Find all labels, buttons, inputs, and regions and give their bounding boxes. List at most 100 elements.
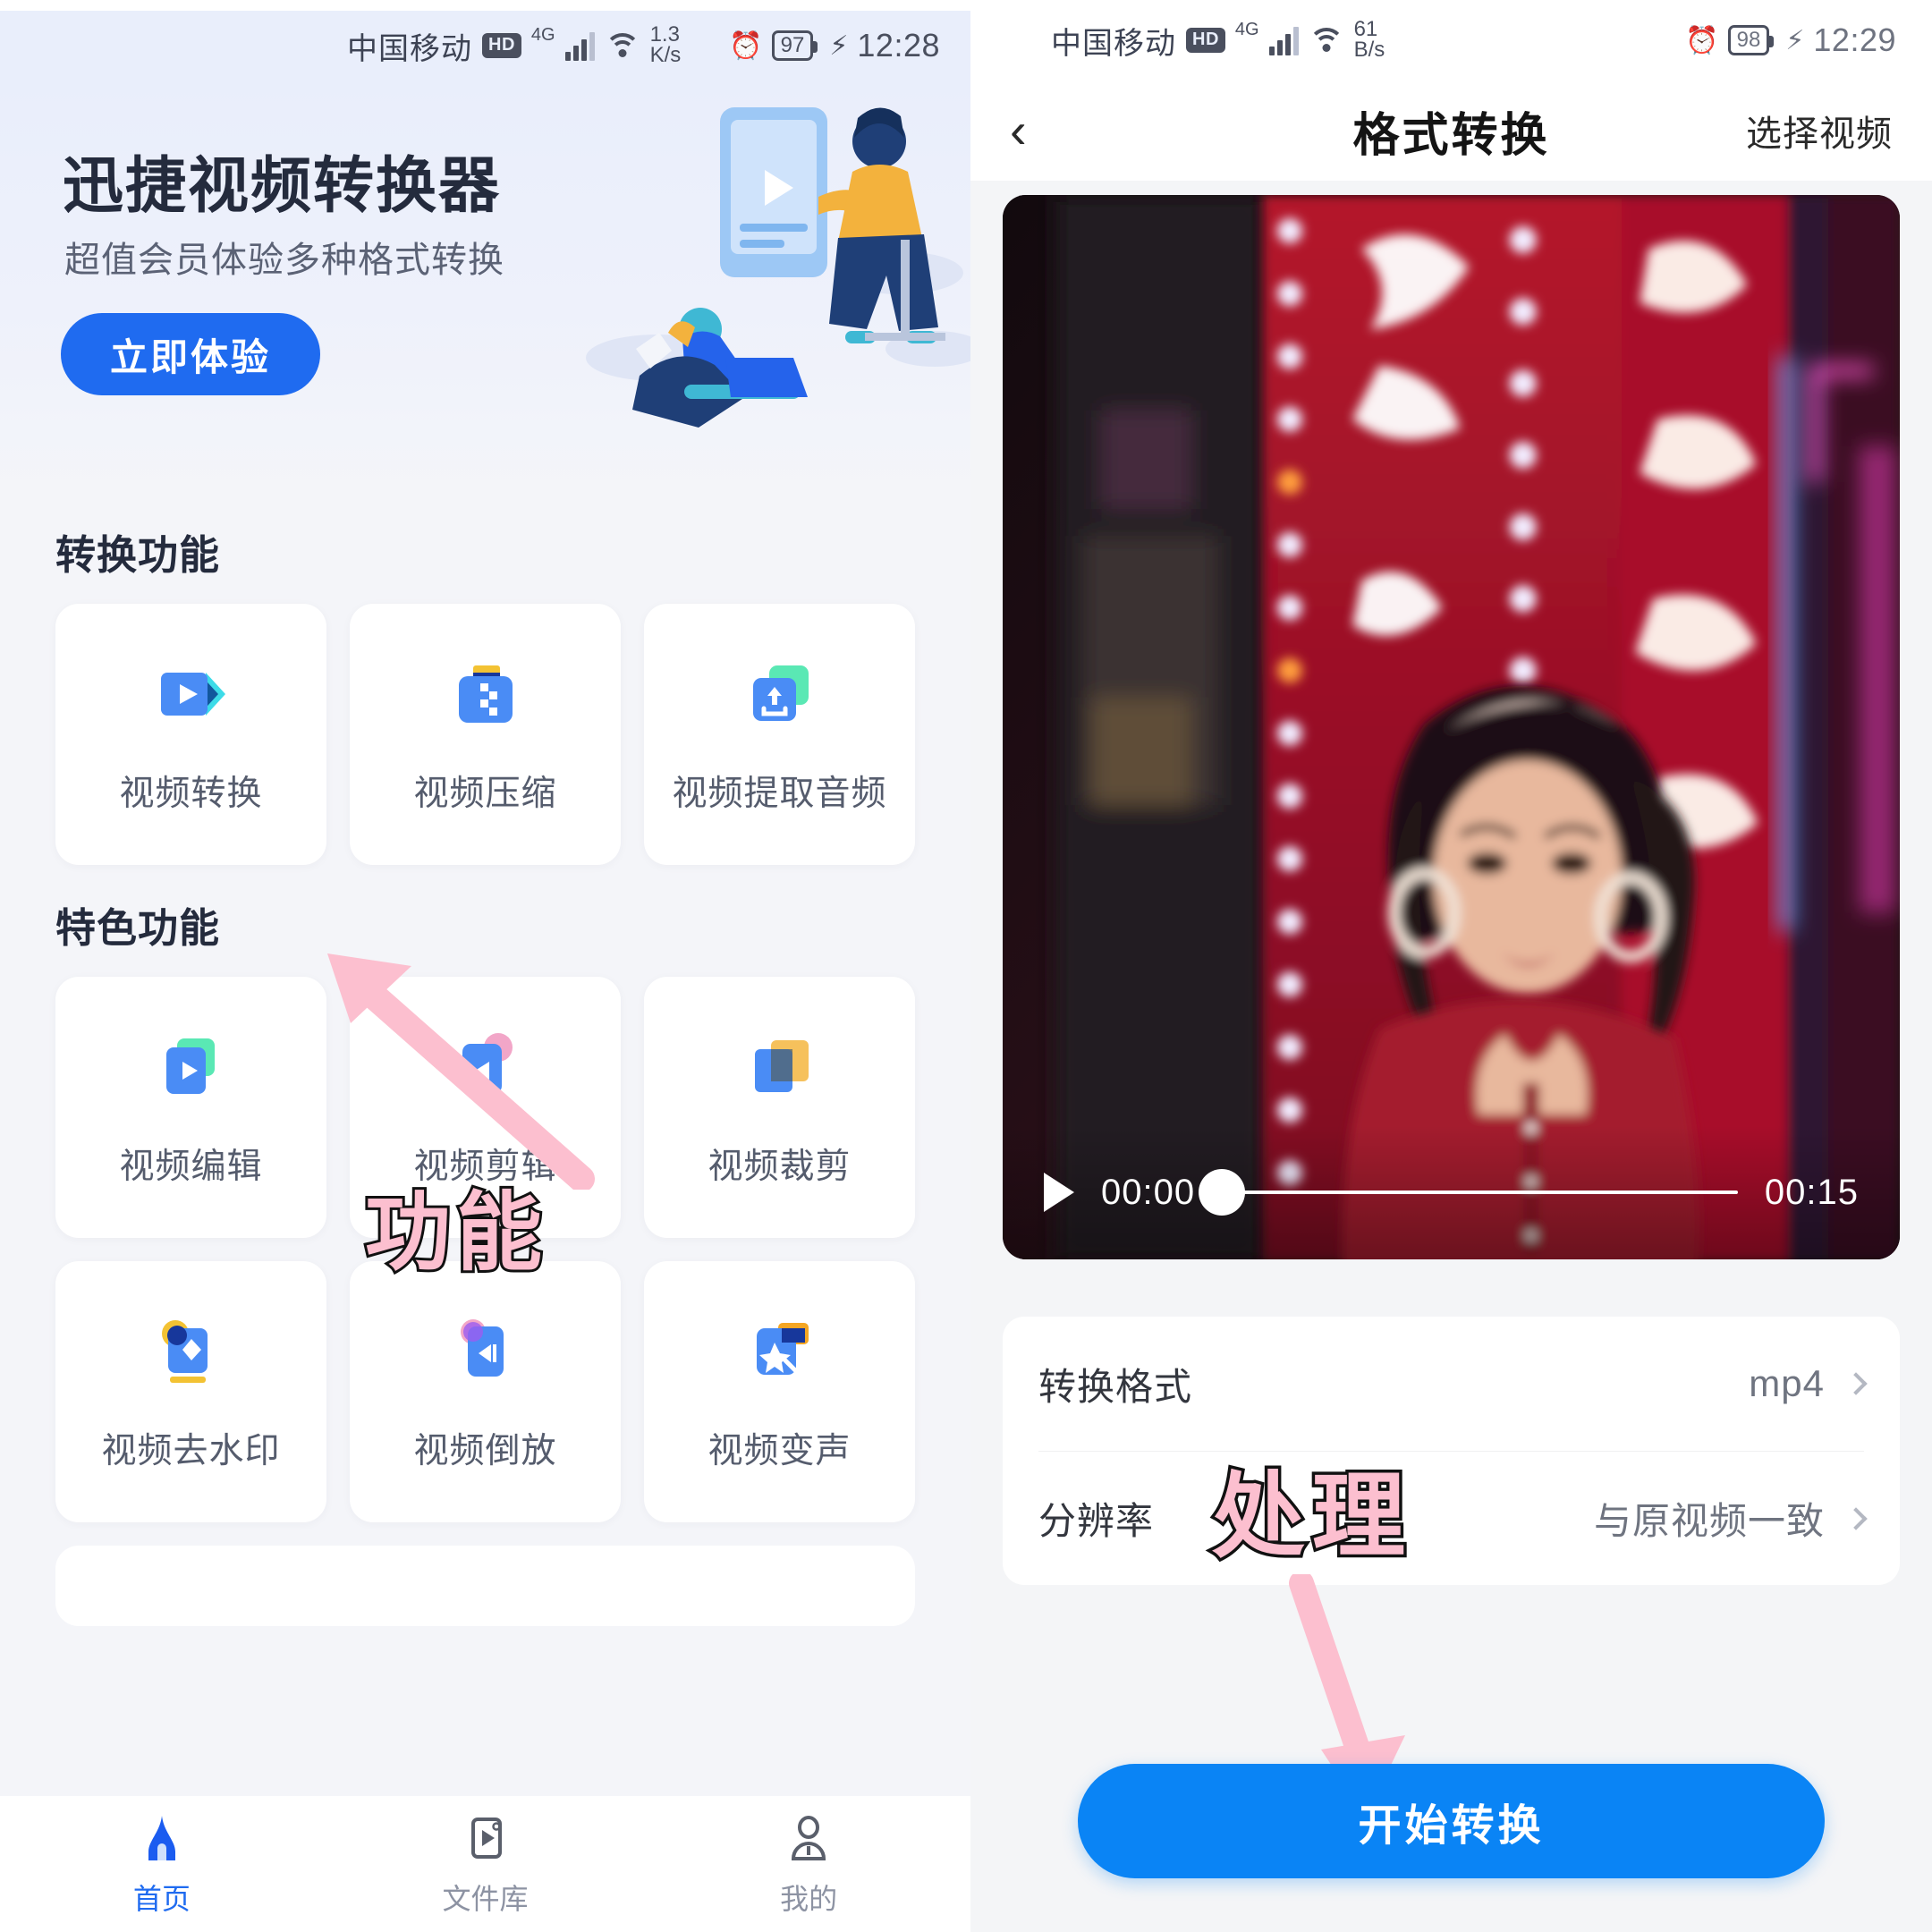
video-extract-audio-icon: [752, 665, 809, 721]
banner-title: 迅捷视频转换器: [63, 152, 502, 220]
right-status-left-group: 中国移动 HD 4G 61 B/s: [1051, 19, 1385, 63]
setting-label: 转换格式: [1038, 1365, 1193, 1408]
network-speed-unit: B/s: [1353, 38, 1385, 62]
left-status-right-group: ⏰ 97 ⚡ 12:28: [729, 27, 940, 64]
video-edit-icon: [165, 1038, 215, 1094]
network-speed-label: 61 B/s: [1353, 19, 1385, 62]
charging-bolt-icon: ⚡: [1785, 25, 1805, 55]
left-phone-screen: 中国移动 HD 4G 1.3 K/s ⏰ 97 ⚡ 12:28 迅捷视频转换器 …: [0, 0, 970, 1932]
tab-file-library[interactable]: 文件库: [324, 1812, 648, 1918]
feature-card-video-voice-change[interactable]: 视频变声: [644, 1261, 915, 1522]
setting-value: 与原视频一致: [1593, 1500, 1825, 1542]
signal-bars-icon: [564, 30, 595, 61]
banner-subtitle: 超值会员体验多种格式转换: [64, 241, 504, 280]
battery-icon: 97: [771, 30, 818, 61]
special-function-row-1: 视频编辑 视频剪辑 视频裁剪: [0, 977, 970, 1238]
right-status-right-group: ⏰ 98 ⚡ 12:29: [1685, 21, 1896, 59]
feature-card-label: 视频裁剪: [708, 1148, 852, 1186]
setting-row-format[interactable]: 转换格式 mp4: [1038, 1317, 1868, 1451]
tab-label: 我的: [780, 1883, 838, 1915]
feature-card-video-watermark-remove[interactable]: 视频去水印: [55, 1261, 326, 1522]
tab-label: 文件库: [442, 1883, 529, 1915]
wifi-icon: [1308, 26, 1344, 55]
clock-label: 12:28: [857, 27, 940, 64]
video-preview[interactable]: 00:00 00:15: [1003, 195, 1900, 1259]
battery-icon: 98: [1727, 25, 1775, 55]
duration-label: 00:15: [1764, 1172, 1859, 1212]
chevron-right-icon: [1844, 1372, 1868, 1395]
video-reverse-icon: [460, 1319, 504, 1377]
special-function-row-2: 视频去水印 视频倒放 视频变声: [0, 1261, 970, 1522]
file-library-icon: [470, 1818, 502, 1859]
feature-card-video-trim[interactable]: 视频剪辑: [350, 977, 621, 1238]
progress-slider[interactable]: [1199, 1169, 1738, 1216]
feature-card-label: 视频剪辑: [413, 1148, 557, 1186]
promo-banner[interactable]: 迅捷视频转换器 超值会员体验多种格式转换 立即体验: [0, 80, 970, 492]
video-controls-bar: 00:00 00:15: [1003, 1125, 1900, 1259]
home-icon: [148, 1816, 175, 1860]
chevron-left-icon[interactable]: ‹: [1010, 106, 1063, 156]
select-video-button[interactable]: 选择视频: [1746, 105, 1893, 157]
alarm-icon: ⏰: [729, 30, 763, 61]
feature-card-video-reverse[interactable]: 视频倒放: [350, 1261, 621, 1522]
feature-card-label: 视频提取音频: [672, 775, 887, 813]
clock-label: 12:29: [1813, 21, 1896, 58]
section-title-special: 特色功能: [55, 905, 221, 951]
video-voice-change-icon: [756, 1323, 809, 1376]
conversion-settings-card: 转换格式 mp4 分辨率 与原视频一致: [1003, 1317, 1900, 1585]
video-convert-icon: [160, 673, 225, 716]
page-navbar: ‹ 格式转换 选择视频: [970, 80, 1932, 181]
feature-card-label: 视频倒放: [413, 1432, 557, 1470]
network-speed-unit: K/s: [649, 43, 682, 67]
setting-row-resolution[interactable]: 分辨率 与原视频一致: [1038, 1451, 1868, 1585]
network-type-label: 4G: [530, 24, 555, 45]
network-type-label: 4G: [1234, 19, 1259, 39]
tab-label: 首页: [132, 1883, 191, 1915]
chevron-right-icon: [1844, 1506, 1868, 1530]
wifi-icon: [604, 31, 640, 60]
feature-card-video-extract-audio[interactable]: 视频提取音频: [644, 604, 915, 865]
right-phone-screen: 中国移动 HD 4G 61 B/s ⏰ 98 ⚡ 12:29 ‹ 格式转换 选择…: [970, 0, 1932, 1932]
convert-function-row: 视频转换 视频压缩 视频提取音频: [0, 604, 970, 865]
left-top-padding: [0, 0, 970, 11]
progress-slider-handle[interactable]: [1199, 1169, 1246, 1216]
charging-bolt-icon: ⚡: [829, 30, 849, 61]
carrier-label: 中国移动: [1051, 26, 1176, 61]
video-compress-icon: [458, 665, 513, 723]
feature-card-video-crop[interactable]: 视频裁剪: [644, 977, 915, 1238]
signal-bars-icon: [1268, 25, 1299, 55]
profile-icon: [792, 1816, 826, 1860]
section-title-convert: 转换功能: [55, 532, 221, 578]
tab-profile[interactable]: 我的: [647, 1812, 970, 1918]
video-crop-icon: [754, 1040, 809, 1092]
feature-card-partial-next-row[interactable]: [55, 1546, 915, 1626]
banner-cta-button[interactable]: 立即体验: [61, 313, 320, 395]
left-status-bar: 中国移动 HD 4G 1.3 K/s ⏰ 97 ⚡ 12:28: [0, 11, 970, 80]
bottom-tab-bar: 首页 文件库 我的: [0, 1796, 970, 1932]
current-time-label: 00:00: [1101, 1172, 1196, 1212]
video-trim-icon: [462, 1033, 513, 1094]
feature-card-video-compress[interactable]: 视频压缩: [350, 604, 621, 865]
setting-value: mp4: [1749, 1362, 1825, 1404]
play-icon[interactable]: [1044, 1173, 1074, 1212]
tab-home[interactable]: 首页: [0, 1812, 324, 1918]
setting-label: 分辨率: [1038, 1500, 1155, 1542]
feature-card-video-convert[interactable]: 视频转换: [55, 604, 326, 865]
carrier-label: 中国移动: [347, 31, 472, 66]
right-status-bar: 中国移动 HD 4G 61 B/s ⏰ 98 ⚡ 12:29: [970, 0, 1932, 80]
left-status-left-group: 中国移动 HD 4G 1.3 K/s: [347, 24, 681, 68]
dual-screenshot-container: 中国移动 HD 4G 1.3 K/s ⏰ 97 ⚡ 12:28 迅捷视频转换器 …: [0, 0, 1932, 1932]
video-thumbnail-image: [1003, 195, 1900, 1259]
feature-card-label: 视频去水印: [101, 1432, 281, 1470]
feature-card-video-edit[interactable]: 视频编辑: [55, 977, 326, 1238]
banner-illustration: [586, 107, 970, 428]
alarm-icon: ⏰: [1685, 25, 1719, 55]
hd-badge-icon: HD: [1186, 28, 1225, 53]
video-watermark-remove-icon: [161, 1320, 208, 1383]
hd-badge-icon: HD: [482, 33, 521, 58]
start-conversion-button[interactable]: 开始转换: [1078, 1764, 1825, 1878]
network-speed-label: 1.3 K/s: [649, 24, 682, 67]
feature-card-label: 视频转换: [119, 775, 263, 813]
feature-card-label: 视频变声: [708, 1432, 852, 1470]
feature-card-label: 视频压缩: [413, 775, 557, 813]
